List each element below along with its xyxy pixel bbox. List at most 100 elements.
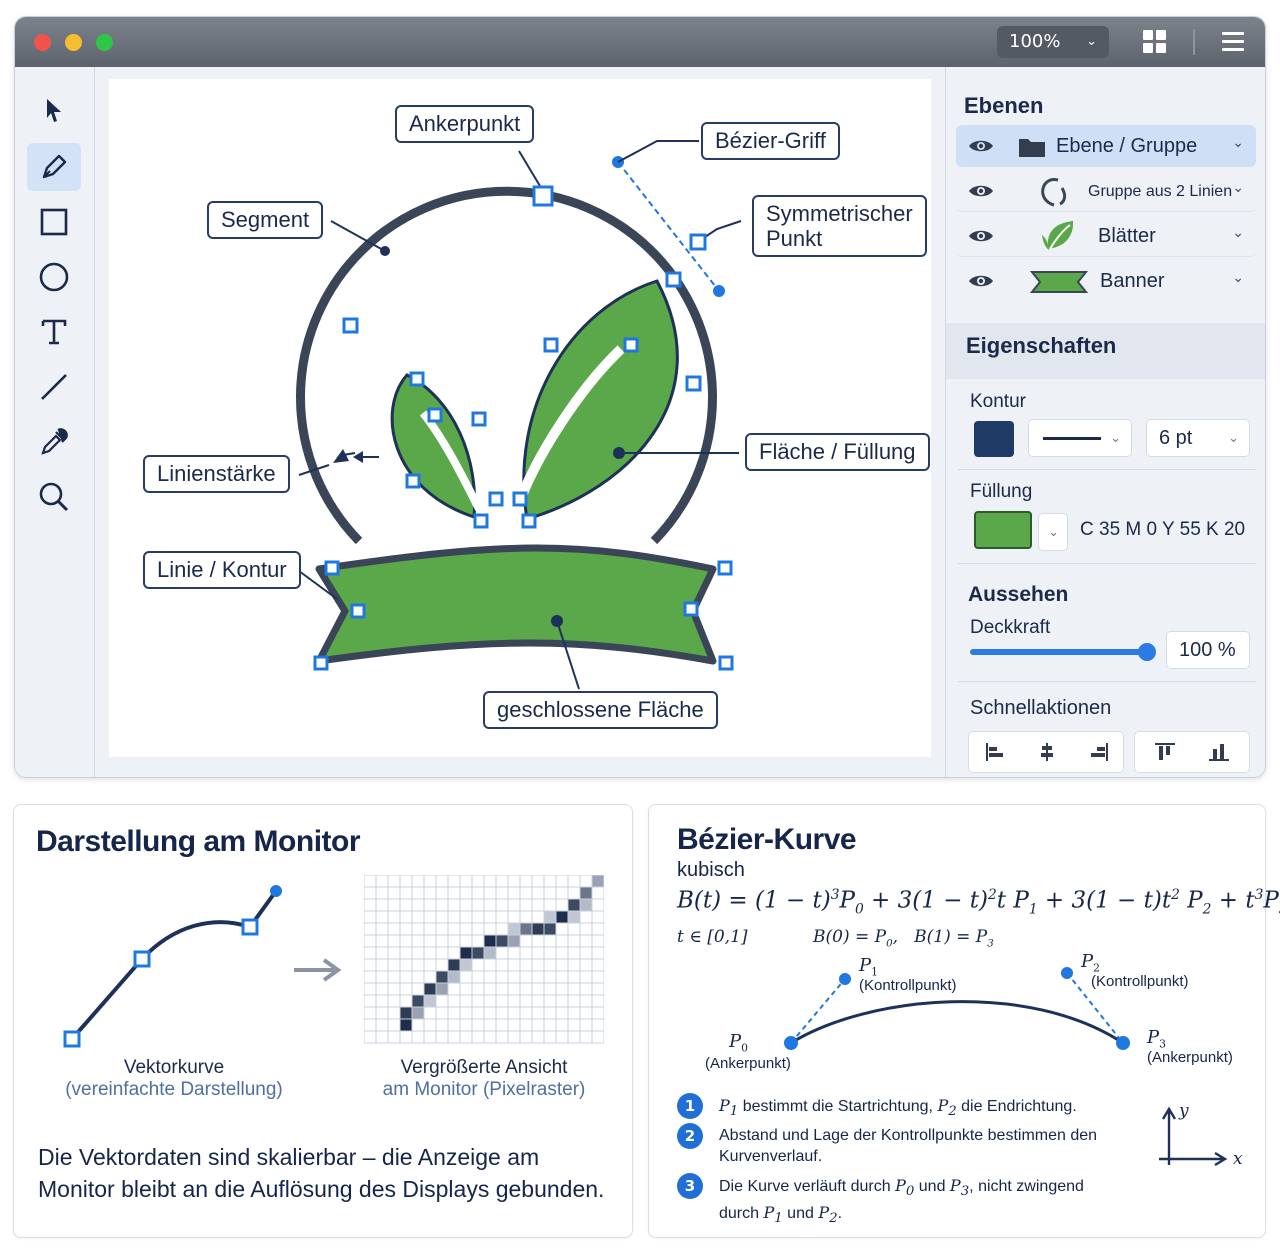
callout-stroke: Linie / Kontur	[143, 551, 301, 589]
zoom-select[interactable]: 100% ⌄	[997, 26, 1109, 58]
pixel	[532, 923, 544, 935]
list-item: 1 P1 bestimmt die Startrichtung, P2 die …	[677, 1093, 1097, 1123]
chevron-down-icon[interactable]: ⌄	[1232, 270, 1244, 286]
ellipse-tool[interactable]	[27, 253, 81, 301]
align-center-button[interactable]	[1021, 732, 1073, 772]
bezier-domain: t ∈ [0,1]	[677, 927, 748, 947]
minimize-window-button[interactable]	[65, 34, 82, 51]
pixel	[556, 911, 568, 923]
hamburger-menu-icon[interactable]	[1222, 32, 1244, 52]
vector-caption: Vektorkurve (vereinfachte Darstellung)	[54, 1057, 294, 1101]
align-top-icon	[1155, 743, 1175, 760]
close-window-button[interactable]	[34, 34, 51, 51]
layer-item[interactable]: Gruppe aus 2 Linien ⌄	[956, 170, 1256, 212]
stroke-width-select[interactable]: 6 pt ⌄	[1146, 419, 1250, 457]
pixel	[544, 923, 556, 935]
monitor-card: Darstellung am Monitor Vektorkurve (vere…	[13, 804, 633, 1238]
chevron-down-icon: ⌄	[1048, 524, 1059, 539]
monitor-note: Die Vektordaten sind skalierbar – die An…	[38, 1144, 605, 1202]
pixel-caption: Vergrößerte Ansicht am Monitor (Pixelras…	[364, 1057, 604, 1101]
chevron-down-icon[interactable]: ⌄	[1232, 225, 1244, 241]
axes-icon	[1159, 1106, 1228, 1167]
fill-color-dropdown[interactable]: ⌄	[1038, 513, 1068, 551]
p0-symbol: P0	[729, 1031, 748, 1055]
pixel	[508, 923, 520, 935]
eye-icon[interactable]	[968, 138, 994, 154]
opacity-value: 100 %	[1179, 639, 1236, 661]
horizontal-align-group	[968, 731, 1124, 773]
layer-item[interactable]: Ebene / Gruppe ⌄	[956, 125, 1256, 167]
chevron-down-icon[interactable]: ⌄	[1232, 135, 1244, 151]
control-point	[270, 885, 282, 897]
properties-title: Eigenschaften	[966, 333, 1117, 358]
eye-icon[interactable]	[968, 183, 994, 199]
layer-item[interactable]: Blätter ⌄	[956, 215, 1256, 257]
p0-point	[784, 1036, 798, 1050]
pixel	[400, 1019, 412, 1031]
text-tool[interactable]	[27, 308, 81, 356]
align-right-button[interactable]	[1073, 732, 1125, 772]
opacity-slider-handle[interactable]	[1138, 643, 1156, 661]
p1-label: (Kontrollpunkt)	[859, 977, 957, 994]
fill-color-swatch[interactable]	[974, 511, 1032, 549]
callout-bezier-handle: Bézier-Griff	[701, 122, 840, 160]
big-leaf	[522, 279, 679, 521]
align-left-button[interactable]	[969, 732, 1021, 772]
callout-symmetric-point: Symmetrischer Punkt	[752, 195, 927, 257]
quick-actions-title: Schnellaktionen	[970, 697, 1112, 719]
chevron-down-icon[interactable]: ⌄	[1232, 180, 1244, 196]
maximize-window-button[interactable]	[96, 34, 113, 51]
stroke-width-value: 6 pt	[1159, 427, 1193, 449]
text-t-icon	[41, 319, 67, 345]
eye-icon[interactable]	[968, 273, 994, 289]
pixel	[592, 875, 604, 887]
pixel	[424, 983, 436, 995]
p0-label: (Ankerpunkt)	[705, 1055, 791, 1072]
segment-point	[380, 246, 390, 256]
pixel	[448, 971, 460, 983]
pen-tool[interactable]	[27, 143, 81, 191]
layer-label: Blätter	[1098, 225, 1156, 247]
p1-symbol: P1	[859, 955, 878, 979]
pixel	[508, 935, 520, 947]
stroke-color-swatch[interactable]	[974, 421, 1014, 457]
layer-item[interactable]: Banner ⌄	[956, 260, 1256, 302]
zoom-value: 100%	[1009, 31, 1061, 52]
align-top-button[interactable]	[1139, 732, 1191, 772]
pixel	[400, 1007, 412, 1019]
pixel	[424, 995, 436, 1007]
vector-curve	[63, 885, 282, 1048]
align-bottom-button[interactable]	[1193, 732, 1245, 772]
banner-icon	[1030, 271, 1088, 293]
bezier-handle-point	[713, 285, 725, 297]
eye-icon[interactable]	[968, 228, 994, 244]
toolbar-separator	[1193, 29, 1195, 55]
p2-symbol: P2	[1081, 951, 1100, 975]
callout-closed-area: geschlossene Fläche	[483, 691, 718, 729]
select-tool[interactable]	[27, 86, 81, 134]
pixel	[484, 935, 496, 947]
stroke-style-select[interactable]: ⌄	[1028, 419, 1132, 457]
step-text: P1 bestimmt die Startrichtung, P2 die En…	[719, 1096, 1077, 1120]
p3-symbol: P3	[1147, 1027, 1166, 1051]
pixel	[544, 911, 556, 923]
eyedropper-tool[interactable]	[27, 418, 81, 466]
eyedropper-icon	[41, 428, 68, 455]
p3-label: (Ankerpunkt)	[1147, 1049, 1233, 1066]
vector-caption-line-1: Vektorkurve	[123, 1057, 225, 1078]
title-bar: 100% ⌄	[15, 17, 1265, 67]
appearance-title: Aussehen	[968, 583, 1069, 606]
zoom-tool[interactable]	[27, 473, 81, 521]
pixel	[472, 947, 484, 959]
opacity-slider-track[interactable]	[970, 649, 1146, 655]
stroke-width-arrowhead	[333, 449, 349, 463]
drawing-canvas[interactable]: Ankerpunkt Bézier-Griff Segment Symmetri…	[109, 79, 931, 757]
line-tool[interactable]	[27, 363, 81, 411]
step-number: 3	[677, 1173, 703, 1199]
align-center-icon	[1041, 743, 1053, 761]
rectangle-tool[interactable]	[27, 198, 81, 246]
opacity-input[interactable]: 100 %	[1166, 631, 1250, 669]
pixel	[448, 959, 460, 971]
grid-view-icon[interactable]	[1143, 30, 1167, 54]
app-window: 100% ⌄ Ankerpunkt Bézier-Griff Segment S…	[14, 16, 1266, 778]
